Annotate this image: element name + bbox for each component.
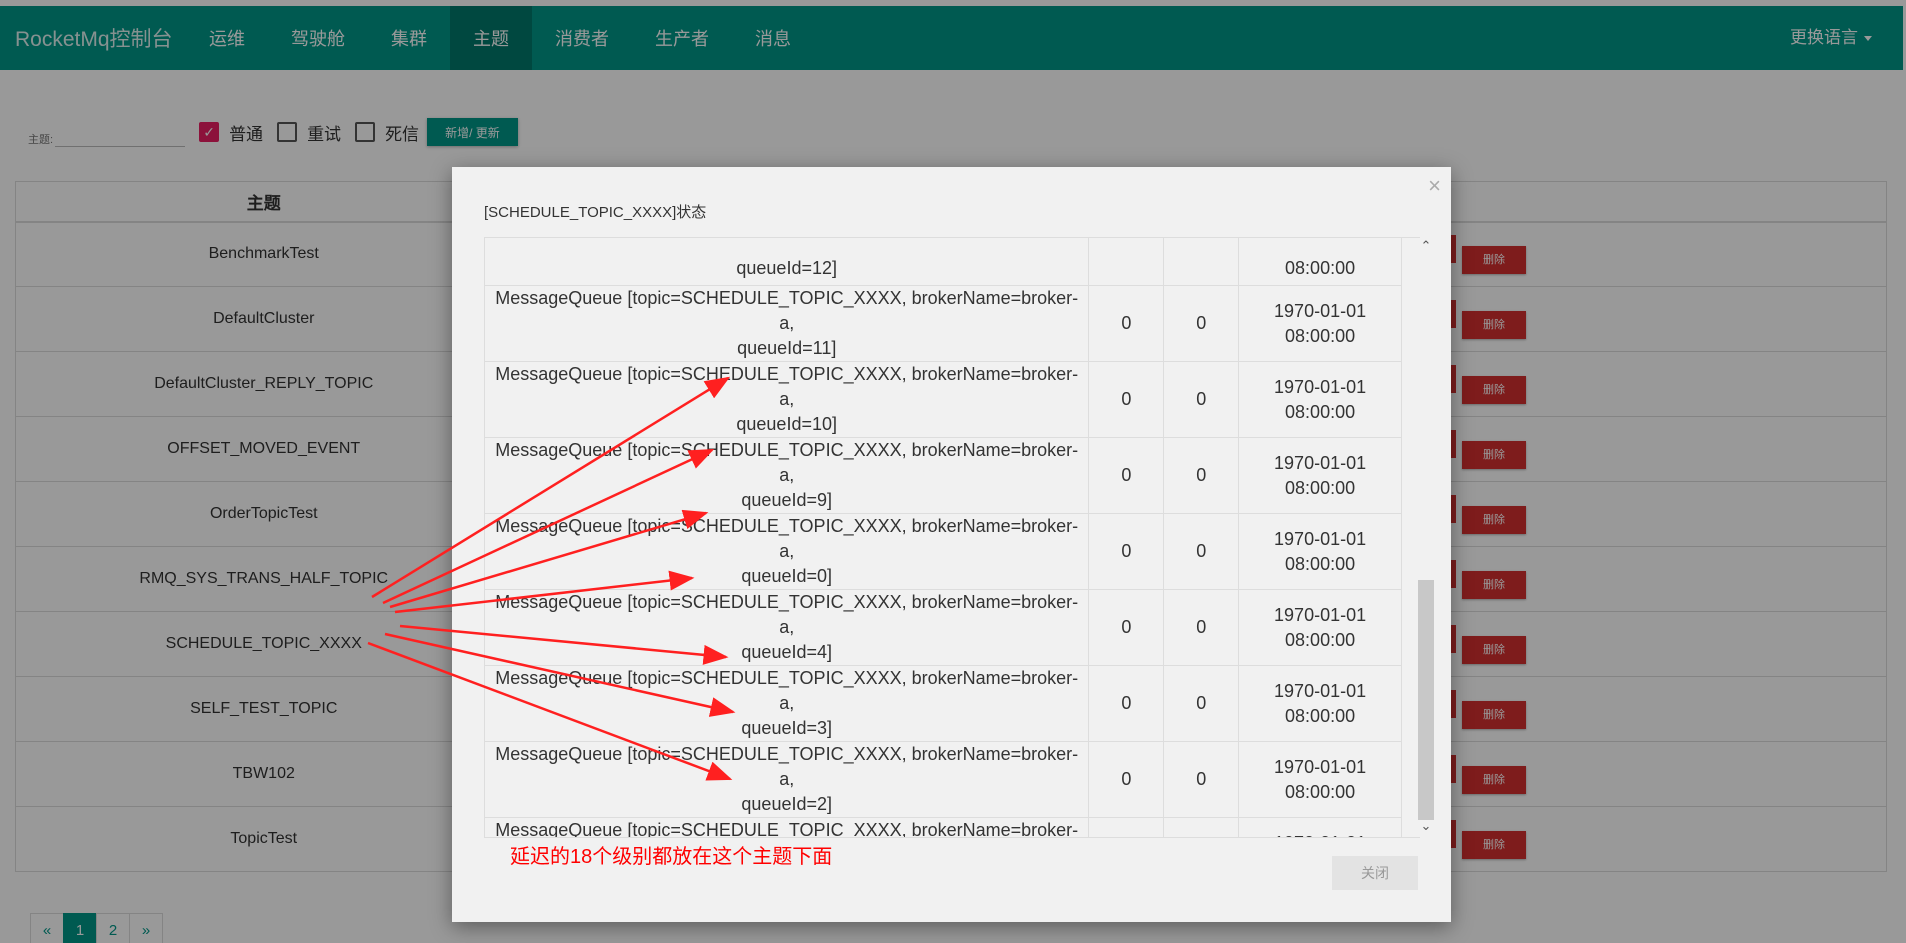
time-cell: 1970-01-01 08:00:00	[1238, 589, 1402, 666]
min-offset-cell	[1088, 238, 1165, 286]
queue-cell: MessageQueue [topic=SCHEDULE_TOPIC_XXXX,…	[484, 513, 1090, 590]
min-offset-cell: 0	[1088, 361, 1165, 438]
time-cell: 1970-01-01 08:00:00	[1238, 361, 1402, 438]
table-row: MessageQueue [topic=SCHEDULE_TOPIC_XXXX,…	[484, 285, 1402, 362]
max-offset-cell: 0	[1163, 665, 1240, 742]
modal-title: [SCHEDULE_TOPIC_XXXX]状态	[484, 204, 707, 221]
table-row: MessageQueue [topic=SCHEDULE_TOPIC_XXXX,…	[484, 361, 1402, 438]
max-offset-cell: 0	[1163, 589, 1240, 666]
queue-name-line2: queueId=2]	[741, 794, 832, 814]
time-cell: 1970-01-01 08:00:00	[1238, 437, 1402, 514]
time-line1: 1970-01-01	[1274, 756, 1367, 777]
time-line1: 1970-01-01	[1274, 680, 1367, 701]
max-offset-cell	[1163, 238, 1240, 286]
min-offset-cell: 0	[1088, 437, 1165, 514]
queue-name-line1: MessageQueue [topic=SCHEDULE_TOPIC_XXXX,…	[495, 516, 1079, 561]
chevron-up-icon[interactable]: ⌃	[1418, 238, 1434, 254]
close-icon[interactable]: ×	[1428, 173, 1441, 199]
time-cell: 08:00:00	[1238, 238, 1402, 286]
table-row: MessageQueue [topic=SCHEDULE_TOPIC_XXXX,…	[484, 589, 1402, 666]
table-row: MessageQueue [topic=SCHEDULE_TOPIC_XXXX,…	[484, 817, 1402, 837]
queue-name-line1: MessageQueue [topic=SCHEDULE_TOPIC_XXXX,…	[495, 820, 1079, 837]
time-cell: 1970-01-01 08:00:00	[1238, 513, 1402, 590]
min-offset-cell: 0	[1088, 741, 1165, 818]
queue-name-line1: MessageQueue [topic=SCHEDULE_TOPIC_XXXX,…	[495, 592, 1079, 637]
queue-cell: MessageQueue [topic=SCHEDULE_TOPIC_XXXX,…	[484, 437, 1090, 514]
time-cell: 1970-01-01 08:00:00	[1238, 665, 1402, 742]
max-offset-cell: 0	[1163, 817, 1240, 837]
queue-name-line2: queueId=3]	[741, 718, 832, 738]
time-line2: 08:00:00	[1285, 401, 1356, 422]
table-row: MessageQueue [topic=SCHEDULE_TOPIC_XXXX,…	[484, 437, 1402, 514]
queue-name-line1: MessageQueue [topic=SCHEDULE_TOPIC_XXXX,…	[495, 440, 1079, 485]
min-offset-cell: 0	[1088, 589, 1165, 666]
time-line2: 08:00:00	[1285, 629, 1356, 650]
annotation-text: 延迟的18个级别都放在这个主题下面	[510, 846, 833, 868]
last-update-time: 08:00:00	[1285, 258, 1356, 278]
time-line1: 1970-01-01	[1274, 452, 1367, 473]
time-line2: 08:00:00	[1285, 705, 1356, 726]
topic-status-modal: × [SCHEDULE_TOPIC_XXXX]状态 queueId=12] 08…	[452, 167, 1451, 922]
modal-divider	[484, 837, 1420, 838]
close-button[interactable]: 关闭	[1332, 856, 1418, 890]
queue-status-table: queueId=12] 08:00:00 MessageQueue [topic…	[484, 238, 1402, 837]
time-line2: 08:00:00	[1285, 325, 1356, 346]
queue-cell: MessageQueue [topic=SCHEDULE_TOPIC_XXXX,…	[484, 361, 1090, 438]
time-line2: 08:00:00	[1285, 553, 1356, 574]
min-offset-cell: 0	[1088, 817, 1165, 837]
time-line2: 08:00:00	[1285, 477, 1356, 498]
scrollbar-thumb[interactable]	[1418, 580, 1434, 820]
queue-name-line1: MessageQueue [topic=SCHEDULE_TOPIC_XXXX,…	[495, 668, 1079, 713]
table-row: MessageQueue [topic=SCHEDULE_TOPIC_XXXX,…	[484, 665, 1402, 742]
queue-cell: MessageQueue [topic=SCHEDULE_TOPIC_XXXX,…	[484, 589, 1090, 666]
time-line1: 1970-01-01	[1274, 300, 1367, 321]
time-line1: 1970-01-01	[1274, 528, 1367, 549]
modal-scrollbar[interactable]: ⌃ ⌄	[1418, 238, 1434, 838]
max-offset-cell: 0	[1163, 741, 1240, 818]
modal-body: queueId=12] 08:00:00 MessageQueue [topic…	[484, 237, 1420, 837]
queue-name-line2: queueId=4]	[741, 642, 832, 662]
chevron-down-icon[interactable]: ⌄	[1418, 818, 1434, 834]
queue-cell: queueId=12]	[484, 238, 1090, 286]
queue-name-line2: queueId=11]	[737, 338, 837, 358]
max-offset-cell: 0	[1163, 437, 1240, 514]
min-offset-cell: 0	[1088, 665, 1165, 742]
max-offset-cell: 0	[1163, 513, 1240, 590]
queue-cell: MessageQueue [topic=SCHEDULE_TOPIC_XXXX,…	[484, 817, 1090, 837]
min-offset-cell: 0	[1088, 513, 1165, 590]
time-line1: 1970-01-01	[1274, 376, 1367, 397]
max-offset-cell: 0	[1163, 285, 1240, 362]
queue-cell: MessageQueue [topic=SCHEDULE_TOPIC_XXXX,…	[484, 741, 1090, 818]
queue-name-line1: MessageQueue [topic=SCHEDULE_TOPIC_XXXX,…	[495, 744, 1079, 789]
time-line1: 1970-01-01	[1274, 604, 1367, 625]
queue-name-line2: queueId=10]	[736, 414, 837, 434]
queue-name-line2: queueId=0]	[741, 566, 832, 586]
table-row: MessageQueue [topic=SCHEDULE_TOPIC_XXXX,…	[484, 741, 1402, 818]
time-line2: 08:00:00	[1285, 781, 1356, 802]
queue-cell: MessageQueue [topic=SCHEDULE_TOPIC_XXXX,…	[484, 285, 1090, 362]
queue-name-line1: MessageQueue [topic=SCHEDULE_TOPIC_XXXX,…	[495, 288, 1079, 333]
queue-cell: MessageQueue [topic=SCHEDULE_TOPIC_XXXX,…	[484, 665, 1090, 742]
table-row: MessageQueue [topic=SCHEDULE_TOPIC_XXXX,…	[484, 513, 1402, 590]
queue-name-line2: queueId=9]	[741, 490, 832, 510]
time-cell: 1970-01-0108:00:00	[1238, 817, 1402, 837]
queue-name-line2: queueId=12]	[736, 258, 837, 278]
table-row: queueId=12] 08:00:00	[484, 238, 1402, 286]
min-offset-cell: 0	[1088, 285, 1165, 362]
max-offset-cell: 0	[1163, 361, 1240, 438]
time-cell: 1970-01-01 08:00:00	[1238, 741, 1402, 818]
time-cell: 1970-01-01 08:00:00	[1238, 285, 1402, 362]
queue-name-line1: MessageQueue [topic=SCHEDULE_TOPIC_XXXX,…	[495, 364, 1079, 409]
